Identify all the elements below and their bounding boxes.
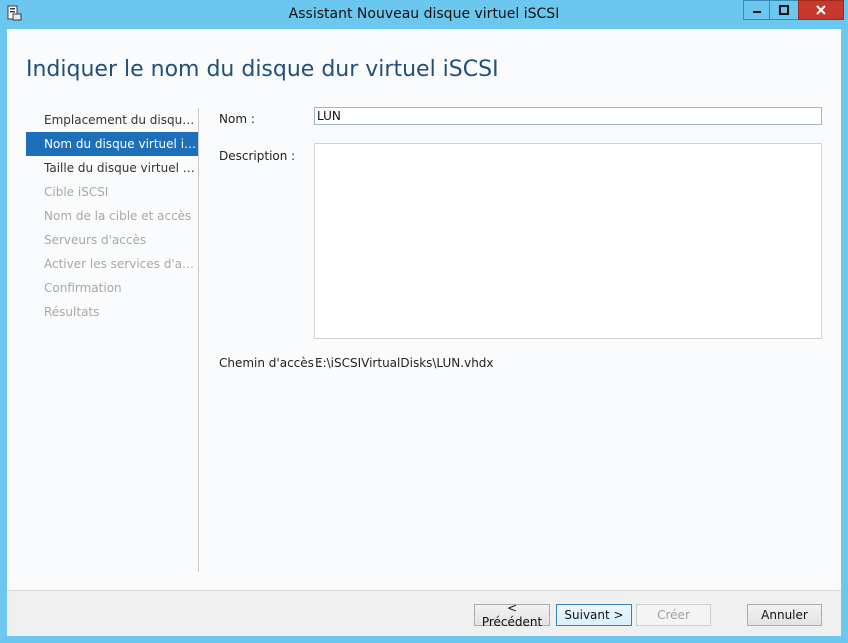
create-button: Créer: [636, 604, 711, 626]
close-button[interactable]: [798, 0, 844, 20]
title-bar[interactable]: Assistant Nouveau disque virtuel iSCSI: [0, 0, 848, 28]
minimize-icon: [752, 11, 761, 13]
wizard-steps-nav: Emplacement du disque virtuel iSCSI Nom …: [26, 108, 198, 324]
nav-item-authentification: Activer les services d'authentification: [44, 257, 198, 271]
maximize-button[interactable]: [769, 0, 799, 20]
window-title: Assistant Nouveau disque virtuel iSCSI: [288, 6, 560, 22]
window-border-bottom: [0, 636, 848, 643]
nav-item-emplacement[interactable]: Emplacement du disque virtuel iSCSI: [26, 108, 198, 132]
cancel-button[interactable]: Annuler: [747, 604, 822, 626]
description-field[interactable]: [314, 143, 822, 339]
path-value: E:\iSCSIVirtualDisks\LUN.vhdx: [315, 356, 494, 370]
description-label: Description :: [219, 149, 296, 163]
close-icon: [816, 5, 826, 15]
next-button[interactable]: Suivant >: [556, 604, 632, 626]
nav-item-serveurs: Serveurs d'accès: [44, 233, 147, 247]
nav-item-resultats: Résultats: [44, 305, 100, 319]
previous-button[interactable]: < Précédent: [474, 601, 550, 629]
wizard-content: Indiquer le nom du disque dur virtuel iS…: [7, 29, 841, 637]
minimize-button[interactable]: [743, 0, 770, 20]
nav-item-taille[interactable]: Taille du disque virtuel iSCSI: [26, 156, 198, 180]
nav-item-confirmation: Confirmation: [44, 281, 122, 295]
nav-item-nom[interactable]: Nom du disque virtuel iSCSI: [26, 132, 198, 156]
nav-item-nom-cible: Nom de la cible et accès: [44, 209, 192, 223]
nav-item-cible: Cible iSCSI: [44, 185, 109, 199]
wizard-footer: < Précédent Suivant > Créer Annuler: [7, 590, 841, 637]
nav-divider: [198, 108, 199, 572]
page-title: Indiquer le nom du disque dur virtuel iS…: [26, 57, 499, 82]
name-input[interactable]: [314, 107, 822, 125]
maximize-icon: [779, 5, 789, 15]
name-label: Nom :: [219, 112, 255, 126]
path-label: Chemin d'accès :: [219, 356, 322, 370]
